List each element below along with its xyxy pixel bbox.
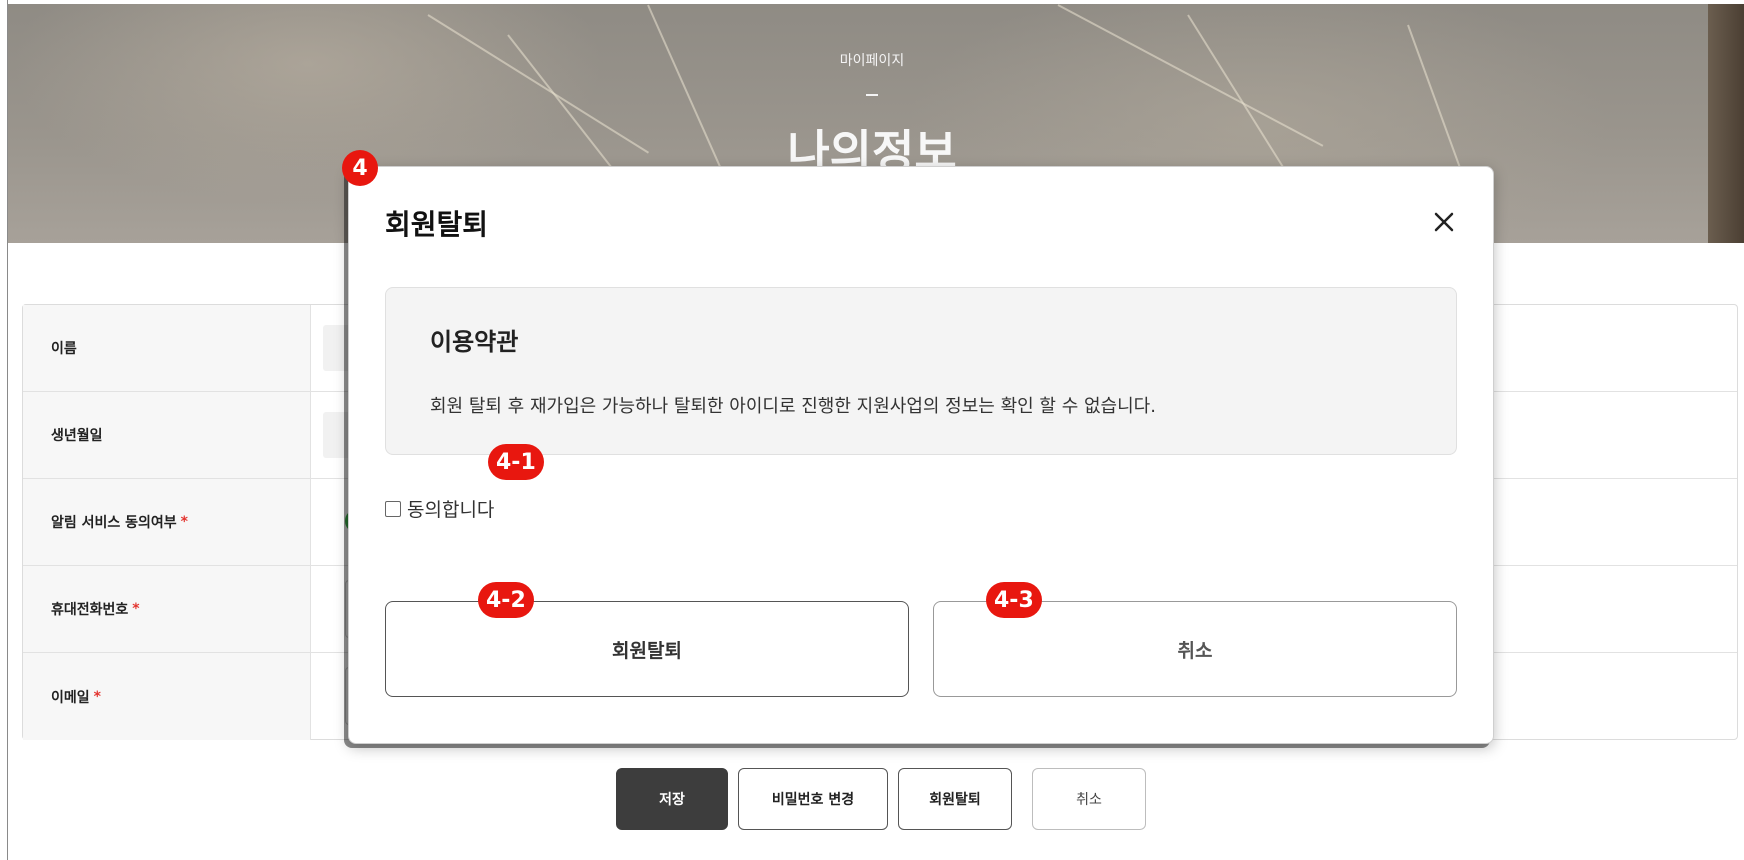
form-label-birthdate: 생년월일 [23, 392, 311, 478]
terms-text: 회원 탈퇴 후 재가입은 가능하나 탈퇴한 아이디로 진행한 지원사업의 정보는… [430, 396, 1156, 417]
required-mark: * [132, 601, 140, 617]
close-icon [1434, 212, 1454, 232]
form-label-email: 이메일 * [23, 653, 311, 740]
required-mark: * [180, 514, 188, 530]
hero-divider [866, 94, 878, 96]
withdraw-button[interactable]: 회원탈퇴 [898, 768, 1012, 830]
form-label-phone: 휴대전화번호 * [23, 566, 311, 652]
callout-badge-4-3: 4-3 [986, 582, 1042, 618]
save-button[interactable]: 저장 [616, 768, 728, 830]
checkbox-box[interactable] [385, 500, 401, 517]
callout-badge-4-1: 4-1 [488, 444, 544, 480]
callout-badge-4-2: 4-2 [478, 582, 534, 618]
form-label-name: 이름 [23, 305, 311, 391]
required-mark: * [93, 688, 101, 705]
terms-title: 이용약관 [430, 328, 519, 356]
agree-label: 동의합니다 [407, 499, 495, 521]
modal-title: 회원탈퇴 [385, 208, 489, 241]
hero-subtitle: 마이페이지 [839, 53, 905, 69]
cancel-button[interactable]: 취소 [1032, 768, 1146, 830]
form-label-notification: 알림 서비스 동의여부 * [23, 479, 311, 565]
agree-checkbox[interactable]: 동의합니다 [385, 495, 494, 522]
change-password-button[interactable]: 비밀번호 변경 [738, 768, 888, 830]
terms-box: 이용약관 회원 탈퇴 후 재가입은 가능하나 탈퇴한 아이디로 진행한 지원사업… [385, 287, 1457, 455]
close-button[interactable] [1427, 205, 1461, 239]
callout-badge-4: 4 [342, 150, 378, 186]
modal-withdraw-button[interactable]: 회원탈퇴 [385, 601, 909, 697]
